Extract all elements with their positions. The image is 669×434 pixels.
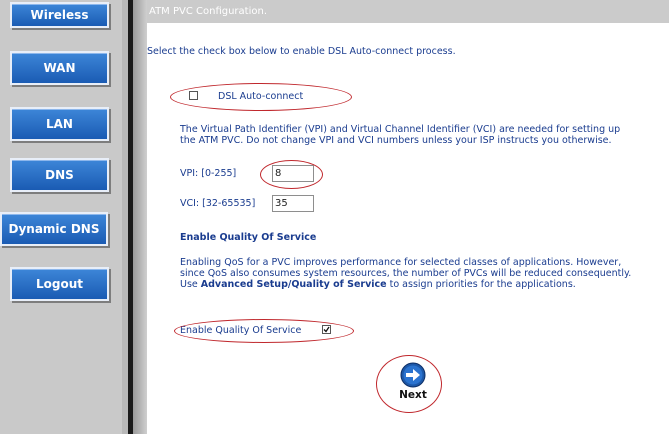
nav-lan-button[interactable]: LAN (10, 107, 109, 141)
vci-input[interactable] (272, 195, 314, 212)
vci-label: VCI: [32-65535] (180, 198, 256, 209)
page-title: ATM PVC Configuration. (147, 0, 669, 23)
nav-wan-button[interactable]: WAN (10, 51, 109, 85)
qos-heading: Enable Quality Of Service (180, 232, 317, 243)
qos-advanced-setup-link[interactable]: Advanced Setup/Quality of Service (201, 279, 387, 290)
vpi-input[interactable] (272, 165, 314, 182)
intro-text: Select the check box below to enable DSL… (147, 46, 456, 57)
frame-divider-shade (133, 0, 147, 434)
next-label: Next (399, 389, 427, 401)
arrow-right-icon (400, 362, 426, 388)
main-panel: ATM PVC Configuration. Select the check … (147, 0, 669, 434)
nav-logout-button[interactable]: Logout (10, 267, 109, 301)
nav-wireless-button[interactable]: Wireless (10, 2, 109, 28)
vpi-label: VPI: [0-255] (180, 168, 237, 179)
vpi-vci-description: The Virtual Path Identifier (VPI) and Vi… (180, 124, 621, 146)
nav-dns-button[interactable]: DNS (10, 158, 109, 192)
checkmark-icon (323, 326, 330, 333)
dsl-auto-connect-checkbox[interactable] (189, 91, 198, 100)
qos-checkbox[interactable] (322, 325, 331, 334)
qos-description-text-end: to assign priorities for the application… (386, 279, 576, 290)
qos-description: Enabling QoS for a PVC improves performa… (180, 257, 635, 290)
nav-dynamic-dns-button[interactable]: Dynamic DNS (0, 212, 108, 246)
dsl-auto-connect-label: DSL Auto-connect (218, 91, 304, 102)
qos-checkbox-label: Enable Quality Of Service (180, 325, 302, 336)
sidebar: Wireless WAN LAN DNS Dynamic DNS Logout (0, 0, 122, 434)
next-button[interactable]: Next (393, 362, 433, 402)
